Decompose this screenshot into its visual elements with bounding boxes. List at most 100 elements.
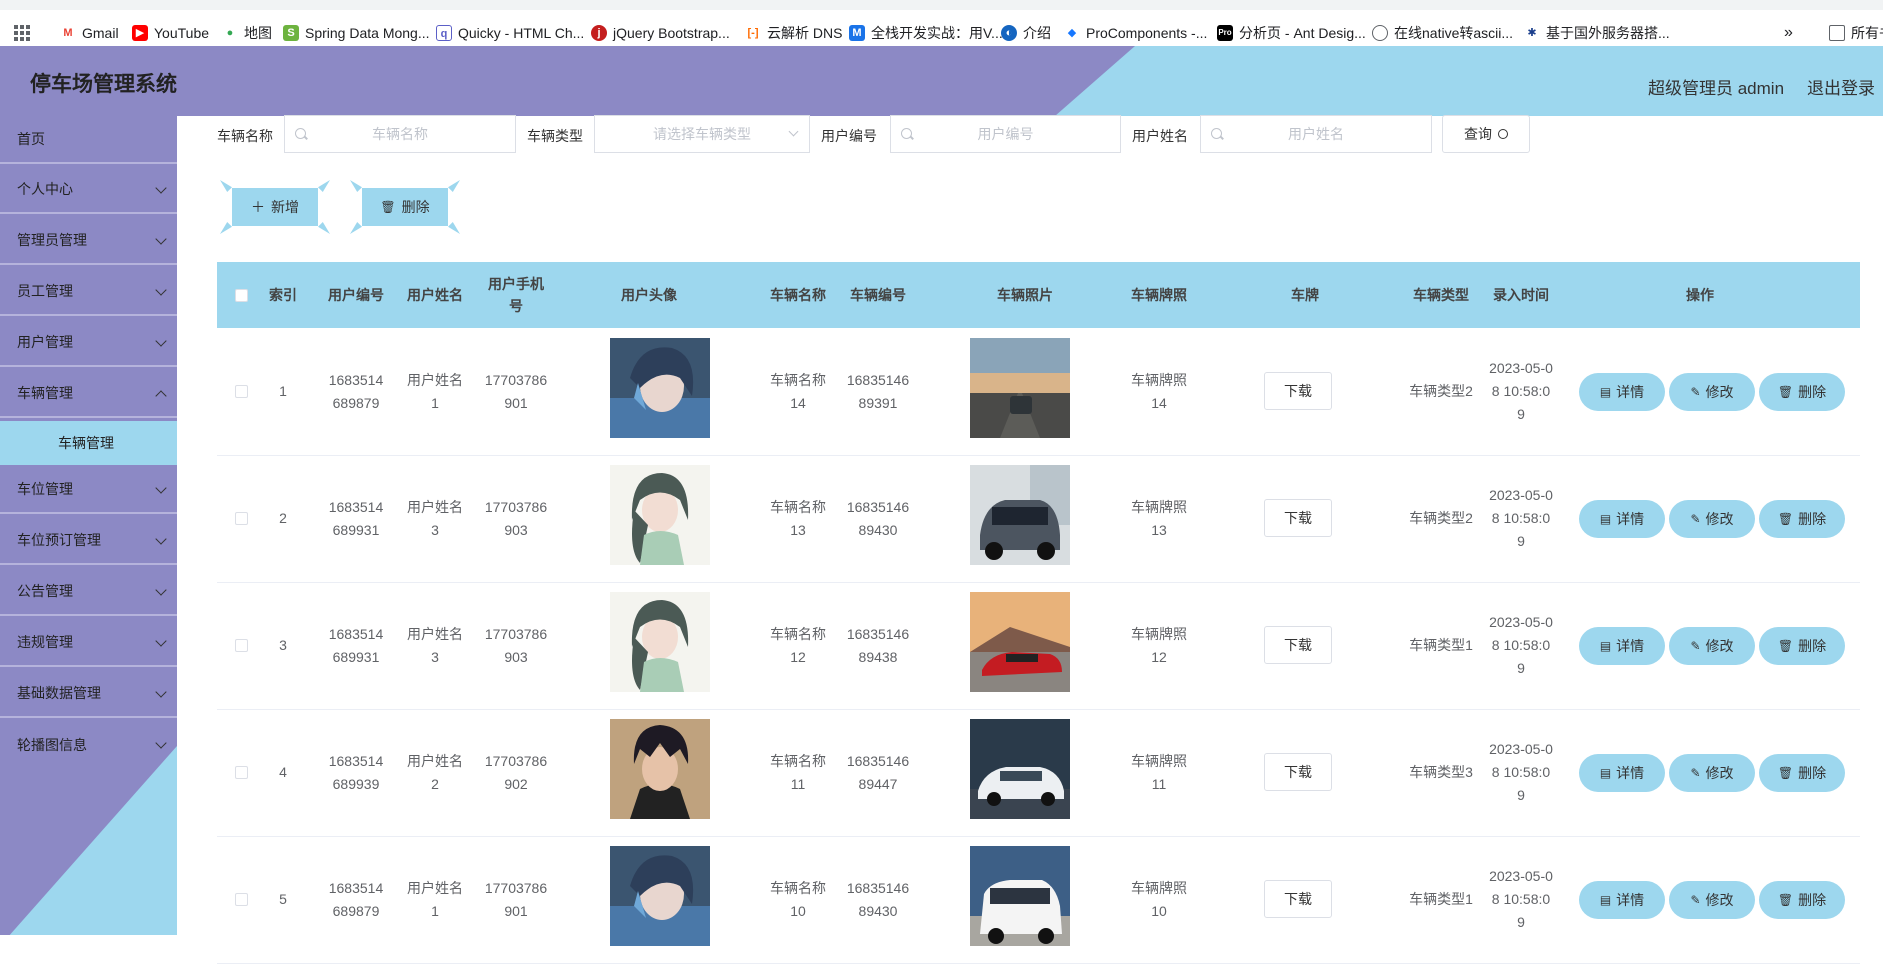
- bookmark-procomponents[interactable]: ◆ ProComponents -...: [1064, 22, 1207, 44]
- sidebar-subitem-vehicle-management[interactable]: 车辆管理: [0, 421, 177, 465]
- query-button[interactable]: 查询: [1442, 115, 1530, 153]
- search-input-user-name[interactable]: 用户姓名: [1200, 115, 1432, 153]
- sidebar-item-label: 违规管理: [17, 634, 73, 650]
- sidebar-item-label: 车位管理: [17, 481, 73, 497]
- row-checkbox[interactable]: [235, 512, 248, 525]
- th-avatar: 用户头像: [621, 287, 677, 303]
- download-label: 下载: [1284, 383, 1312, 399]
- delete-button[interactable]: 🗑 删除: [1762, 757, 1842, 789]
- detail-button[interactable]: ▤ 详情: [1582, 503, 1662, 535]
- sidebar-item-announcements[interactable]: 公告管理: [0, 568, 177, 616]
- bookmark-intro[interactable]: ◐ 介绍: [1001, 22, 1051, 44]
- download-button[interactable]: 下载: [1264, 626, 1332, 664]
- pro-icon: Pro: [1217, 25, 1233, 41]
- quicky-icon: q: [436, 25, 452, 41]
- detail-label: 详情: [1616, 765, 1645, 781]
- edit-button[interactable]: ✎ 修改: [1672, 503, 1752, 535]
- more-bookmarks-icon[interactable]: »: [1784, 22, 1793, 44]
- bookmark-ant-design[interactable]: Pro 分析页 - Ant Desig...: [1217, 22, 1366, 44]
- logout-link[interactable]: 退出登录: [1807, 74, 1875, 99]
- bookmark-fullstack[interactable]: M 全栈开发实战：用V...: [849, 22, 1003, 44]
- vehicle-photo-image[interactable]: [970, 465, 1070, 565]
- bookmark-spring[interactable]: S Spring Data Mong...: [283, 22, 430, 44]
- delete-button[interactable]: 🗑 删除: [1762, 376, 1842, 408]
- cell-user-no: 1683514689931: [328, 625, 384, 665]
- sidebar-item-admins[interactable]: 管理员管理: [0, 217, 177, 265]
- user-avatar-image[interactable]: [610, 846, 710, 946]
- sidebar-item-vehicles[interactable]: 车辆管理: [0, 370, 177, 418]
- bookmark-native-ascii[interactable]: 在线native转ascii...: [1372, 22, 1513, 44]
- bookmark-server[interactable]: ✱ 基于国外服务器搭...: [1524, 22, 1670, 44]
- delete-button[interactable]: 🗑 删除: [1762, 630, 1842, 662]
- detail-button[interactable]: ▤ 详情: [1582, 376, 1662, 408]
- download-button[interactable]: 下载: [1264, 499, 1332, 537]
- bookmark-jquery[interactable]: j jQuery Bootstrap...: [591, 22, 730, 44]
- edit-button[interactable]: ✎ 修改: [1672, 884, 1752, 916]
- cell-user-name: 用户姓名1: [407, 879, 463, 919]
- sidebar-item-carousel[interactable]: 轮播图信息: [0, 721, 177, 769]
- user-avatar-image[interactable]: [610, 338, 710, 438]
- cell-vehicle-no: 1683514689391: [846, 371, 910, 411]
- user-avatar-image[interactable]: [610, 592, 710, 692]
- row-checkbox[interactable]: [235, 385, 248, 398]
- th-entry-time: 录入时间: [1493, 287, 1549, 303]
- search-label-vehicle-type: 车辆类型: [527, 128, 583, 144]
- batch-delete-button[interactable]: 🗑 删除: [350, 180, 460, 234]
- sidebar-item-parking-spots[interactable]: 车位管理: [0, 466, 177, 514]
- delete-button[interactable]: 🗑 删除: [1762, 503, 1842, 535]
- delete-button[interactable]: 🗑 删除: [1762, 884, 1842, 916]
- sidebar-item-base-data[interactable]: 基础数据管理: [0, 670, 177, 718]
- cell-vehicle-type: 车辆类型2: [1409, 383, 1473, 399]
- vehicle-photo-image[interactable]: [970, 592, 1070, 692]
- cell-index: 1: [279, 383, 287, 399]
- sidebar-item-staff[interactable]: 员工管理: [0, 268, 177, 316]
- row-checkbox[interactable]: [235, 766, 248, 779]
- vehicle-photo-image[interactable]: [970, 338, 1070, 438]
- sidebar-item-personal[interactable]: 个人中心: [0, 166, 177, 214]
- youtube-icon: ▶: [132, 25, 148, 41]
- browser-top-strip: [0, 0, 1883, 10]
- bookmark-label: 在线native转ascii...: [1394, 25, 1514, 41]
- bookmark-dns[interactable]: [-] 云解析 DNS: [745, 22, 842, 44]
- bookmark-quicky[interactable]: q Quicky - HTML Ch...: [436, 22, 584, 44]
- select-all-checkbox[interactable]: [235, 289, 248, 302]
- user-avatar-image[interactable]: [610, 719, 710, 819]
- bookmark-maps[interactable]: ● 地图: [222, 22, 272, 44]
- sidebar-item-violations[interactable]: 违规管理: [0, 619, 177, 667]
- gmail-icon: M: [60, 25, 76, 41]
- th-vehicle-name: 车辆名称: [770, 287, 826, 303]
- bookmark-label: 云解析 DNS: [767, 25, 843, 41]
- row-checkbox[interactable]: [235, 893, 248, 906]
- edit-button[interactable]: ✎ 修改: [1672, 630, 1752, 662]
- select-vehicle-type[interactable]: 请选择车辆类型: [594, 115, 810, 153]
- cell-user-name: 用户姓名1: [407, 371, 463, 411]
- bookmark-gmail[interactable]: M Gmail: [60, 22, 119, 44]
- detail-button[interactable]: ▤ 详情: [1582, 630, 1662, 662]
- row-checkbox[interactable]: [235, 639, 248, 652]
- apps-grid-icon[interactable]: [14, 25, 30, 41]
- vehicle-photo-image[interactable]: [970, 846, 1070, 946]
- vehicle-photo-image[interactable]: [970, 719, 1070, 819]
- app-title: 停车场管理系统: [30, 73, 177, 96]
- user-avatar-image[interactable]: [610, 465, 710, 565]
- sidebar-item-home[interactable]: 首页: [0, 116, 177, 164]
- search-input-user-no[interactable]: 用户编号: [890, 115, 1121, 153]
- th-plate-file: 车牌: [1291, 287, 1319, 303]
- sidebar-item-reservations[interactable]: 车位预订管理: [0, 517, 177, 565]
- add-button[interactable]: ＋ 新增: [220, 180, 330, 234]
- download-button[interactable]: 下载: [1264, 880, 1332, 918]
- search-input-vehicle-name[interactable]: 车辆名称: [284, 115, 516, 153]
- search-icon: [901, 128, 912, 139]
- edit-button[interactable]: ✎ 修改: [1672, 757, 1752, 789]
- sidebar-item-users[interactable]: 用户管理: [0, 319, 177, 367]
- bookmark-label: 地图: [244, 25, 272, 41]
- bookmark-all[interactable]: 所有书: [1829, 22, 1883, 44]
- download-button[interactable]: 下载: [1264, 372, 1332, 410]
- detail-button[interactable]: ▤ 详情: [1582, 884, 1662, 916]
- bookmark-youtube[interactable]: ▶ YouTube: [132, 22, 209, 44]
- detail-button[interactable]: ▤ 详情: [1582, 757, 1662, 789]
- cell-user-no: 1683514689879: [328, 371, 384, 411]
- chevron-down-icon: [155, 737, 167, 749]
- edit-button[interactable]: ✎ 修改: [1672, 376, 1752, 408]
- download-button[interactable]: 下载: [1264, 753, 1332, 791]
